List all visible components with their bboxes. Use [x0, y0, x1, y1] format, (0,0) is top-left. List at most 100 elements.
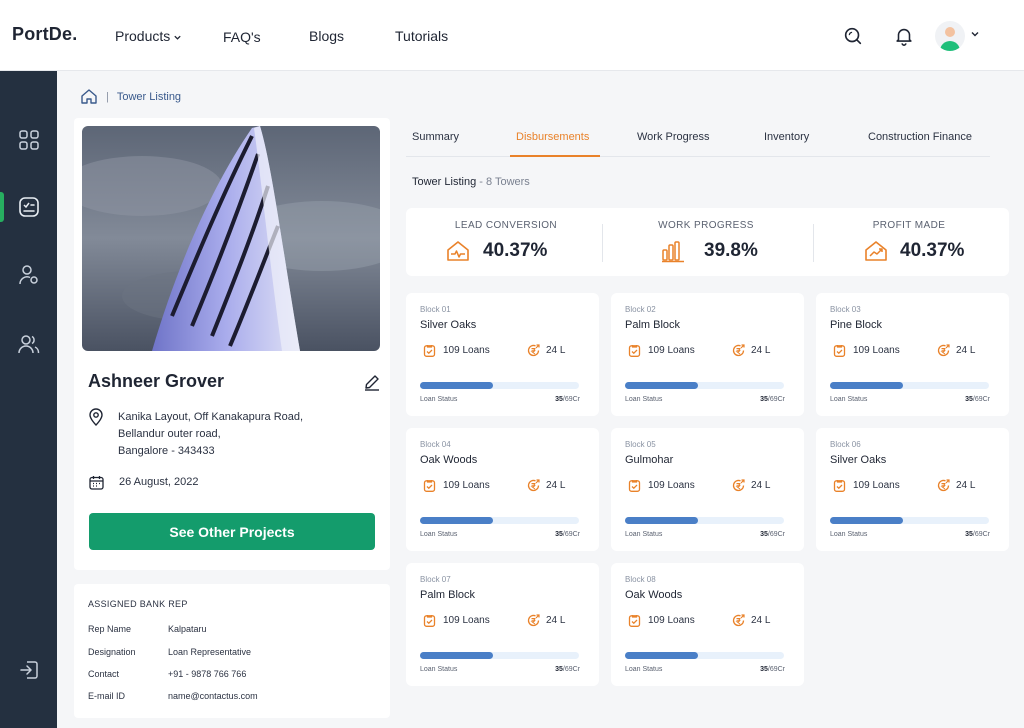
address-line: Bangalore - 343433 [118, 445, 215, 457]
tab-summary[interactable]: Summary [412, 131, 459, 143]
block-id: Block 08 [625, 575, 656, 584]
tab-construction-finance[interactable]: Construction Finance [868, 131, 972, 143]
block-name: Oak Woods [625, 589, 683, 601]
tower-block-card[interactable]: Block 03 Pine Block 109 Loans 24 L Loan Stat… [816, 293, 1009, 416]
stat-label: WORK PROGRESS [658, 220, 754, 231]
loan-count: 109 Loans [853, 480, 900, 491]
breadcrumb: | Tower Listing [80, 88, 181, 105]
loan-status-label: Loan Status [420, 666, 458, 673]
tower-block-card[interactable]: Block 08 Oak Woods 109 Loans 24 L Loan Statu… [611, 563, 804, 686]
loan-status-total: /69Cr [767, 531, 785, 538]
tab-inventory[interactable]: Inventory [764, 131, 809, 143]
bank-rep-value[interactable]: +91 - 9878 766 766 [168, 669, 246, 679]
brand-logo[interactable]: PortDe. [12, 24, 77, 45]
loan-progress-fill [420, 517, 494, 524]
project-date: 26 August, 2022 [119, 476, 199, 488]
bell-icon[interactable] [893, 25, 915, 47]
tower-block-card[interactable]: Block 05 Gulmohar 109 Loans 24 L Loan Status… [611, 428, 804, 551]
loan-count: 109 Loans [443, 615, 490, 626]
home-icon[interactable] [80, 88, 98, 105]
user-avatar-icon [940, 27, 960, 51]
clipboard-check-icon [628, 344, 641, 357]
loan-status-label: Loan Status [420, 396, 458, 403]
loan-status-done: 35 [965, 531, 973, 538]
rupee-cycle-icon [732, 479, 745, 492]
loan-amount: 24 L [751, 345, 771, 356]
block-name: Silver Oaks [420, 319, 477, 331]
loan-progress-fill [420, 382, 494, 389]
loan-progress-fill [420, 652, 494, 659]
tower-block-card[interactable]: Block 06 Silver Oaks 109 Loans 24 L Loan Sta… [816, 428, 1009, 551]
loan-amount: 24 L [751, 480, 771, 491]
stat-label: PROFIT MADE [872, 220, 946, 231]
bank-rep-label: Rep Name [88, 624, 132, 634]
sidebar [0, 71, 57, 728]
users-icon [17, 335, 39, 354]
sidebar-item-grid[interactable] [0, 123, 57, 157]
loan-progress-bar [420, 652, 579, 659]
bank-rep-label: E-mail ID [88, 691, 126, 701]
project-address: Kanika Layout, Off Kanakapura Road, Bell… [118, 409, 303, 460]
loan-status-done: 35 [555, 666, 563, 673]
loan-amount: 24 L [751, 615, 771, 626]
loan-progress-fill [830, 382, 904, 389]
loan-count: 109 Loans [648, 480, 695, 491]
owner-name: Ashneer Grover [88, 371, 225, 391]
rupee-cycle-icon [937, 344, 950, 357]
bar-chart-icon [662, 241, 684, 263]
loan-status-done: 35 [760, 531, 768, 538]
sidebar-item-dashboard[interactable] [0, 190, 57, 224]
nav-tutorials[interactable]: Tutorials [395, 28, 448, 44]
loan-amount: 24 L [546, 345, 566, 356]
loan-amount: 24 L [546, 615, 566, 626]
sidebar-item-user-settings[interactable] [0, 258, 57, 292]
location-pin-icon [89, 408, 103, 426]
loan-status-label: Loan Status [625, 666, 663, 673]
rupee-cycle-icon [937, 479, 950, 492]
loan-status-total: /69Cr [562, 666, 580, 673]
block-name: Pine Block [830, 319, 882, 331]
avatar[interactable] [935, 21, 965, 51]
loan-status-total: /69Cr [972, 531, 990, 538]
logout-icon [19, 661, 38, 679]
loan-status-done: 35 [555, 396, 563, 403]
loan-status-value: 35/69Cr [760, 666, 785, 673]
nav-blogs[interactable]: Blogs [309, 28, 344, 44]
calendar-icon [89, 476, 104, 490]
sidebar-item-users[interactable] [0, 327, 57, 361]
stats-card: LEAD CONVERSION 40.37% WORK PROGRESS 39.… [406, 208, 1009, 276]
tower-block-card[interactable]: Block 02 Palm Block 109 Loans 24 L Loan Stat… [611, 293, 804, 416]
loan-count: 109 Loans [648, 345, 695, 356]
chevron-down-icon[interactable] [970, 29, 980, 39]
bank-rep-value[interactable]: name@contactus.com [168, 691, 258, 701]
clipboard-check-icon [628, 479, 641, 492]
loan-progress-bar [420, 517, 579, 524]
active-tab-indicator [510, 155, 600, 157]
loan-progress-fill [625, 517, 699, 524]
house-trend-icon [865, 241, 887, 261]
search-icon[interactable] [842, 25, 864, 47]
tab-disbursements[interactable]: Disbursements [516, 131, 589, 143]
tower-block-card[interactable]: Block 07 Palm Block 109 Loans 24 L Loan Stat… [406, 563, 599, 686]
loan-status-label: Loan Status [625, 531, 663, 538]
sidebar-item-logout[interactable] [0, 653, 57, 687]
nav-products[interactable]: Products [115, 28, 182, 44]
tower-photo [82, 126, 380, 351]
breadcrumb-separator: | [106, 90, 109, 103]
breadcrumb-current[interactable]: Tower Listing [117, 91, 181, 103]
see-other-projects-button[interactable]: See Other Projects [89, 513, 375, 550]
top-navbar: PortDe. Products FAQ's Blogs Tutorials [0, 0, 1024, 71]
rupee-cycle-icon [527, 479, 540, 492]
loan-status-value: 35/69Cr [760, 396, 785, 403]
stat-value: 40.37% [483, 240, 548, 261]
tower-block-card[interactable]: Block 04 Oak Woods 109 Loans 24 L Loan Statu… [406, 428, 599, 551]
loan-status-done: 35 [760, 666, 768, 673]
tab-bar: Summary Disbursements Work Progress Inve… [406, 120, 990, 157]
loan-status-value: 35/69Cr [555, 396, 580, 403]
tab-work-progress[interactable]: Work Progress [637, 131, 710, 143]
stat-lead-conversion: LEAD CONVERSION 40.37% [406, 208, 606, 276]
edit-icon[interactable] [363, 373, 381, 391]
nav-faqs[interactable]: FAQ's [223, 29, 261, 45]
loan-progress-bar [625, 382, 784, 389]
tower-block-card[interactable]: Block 01 Silver Oaks 109 Loans 24 L Loan Sta… [406, 293, 599, 416]
